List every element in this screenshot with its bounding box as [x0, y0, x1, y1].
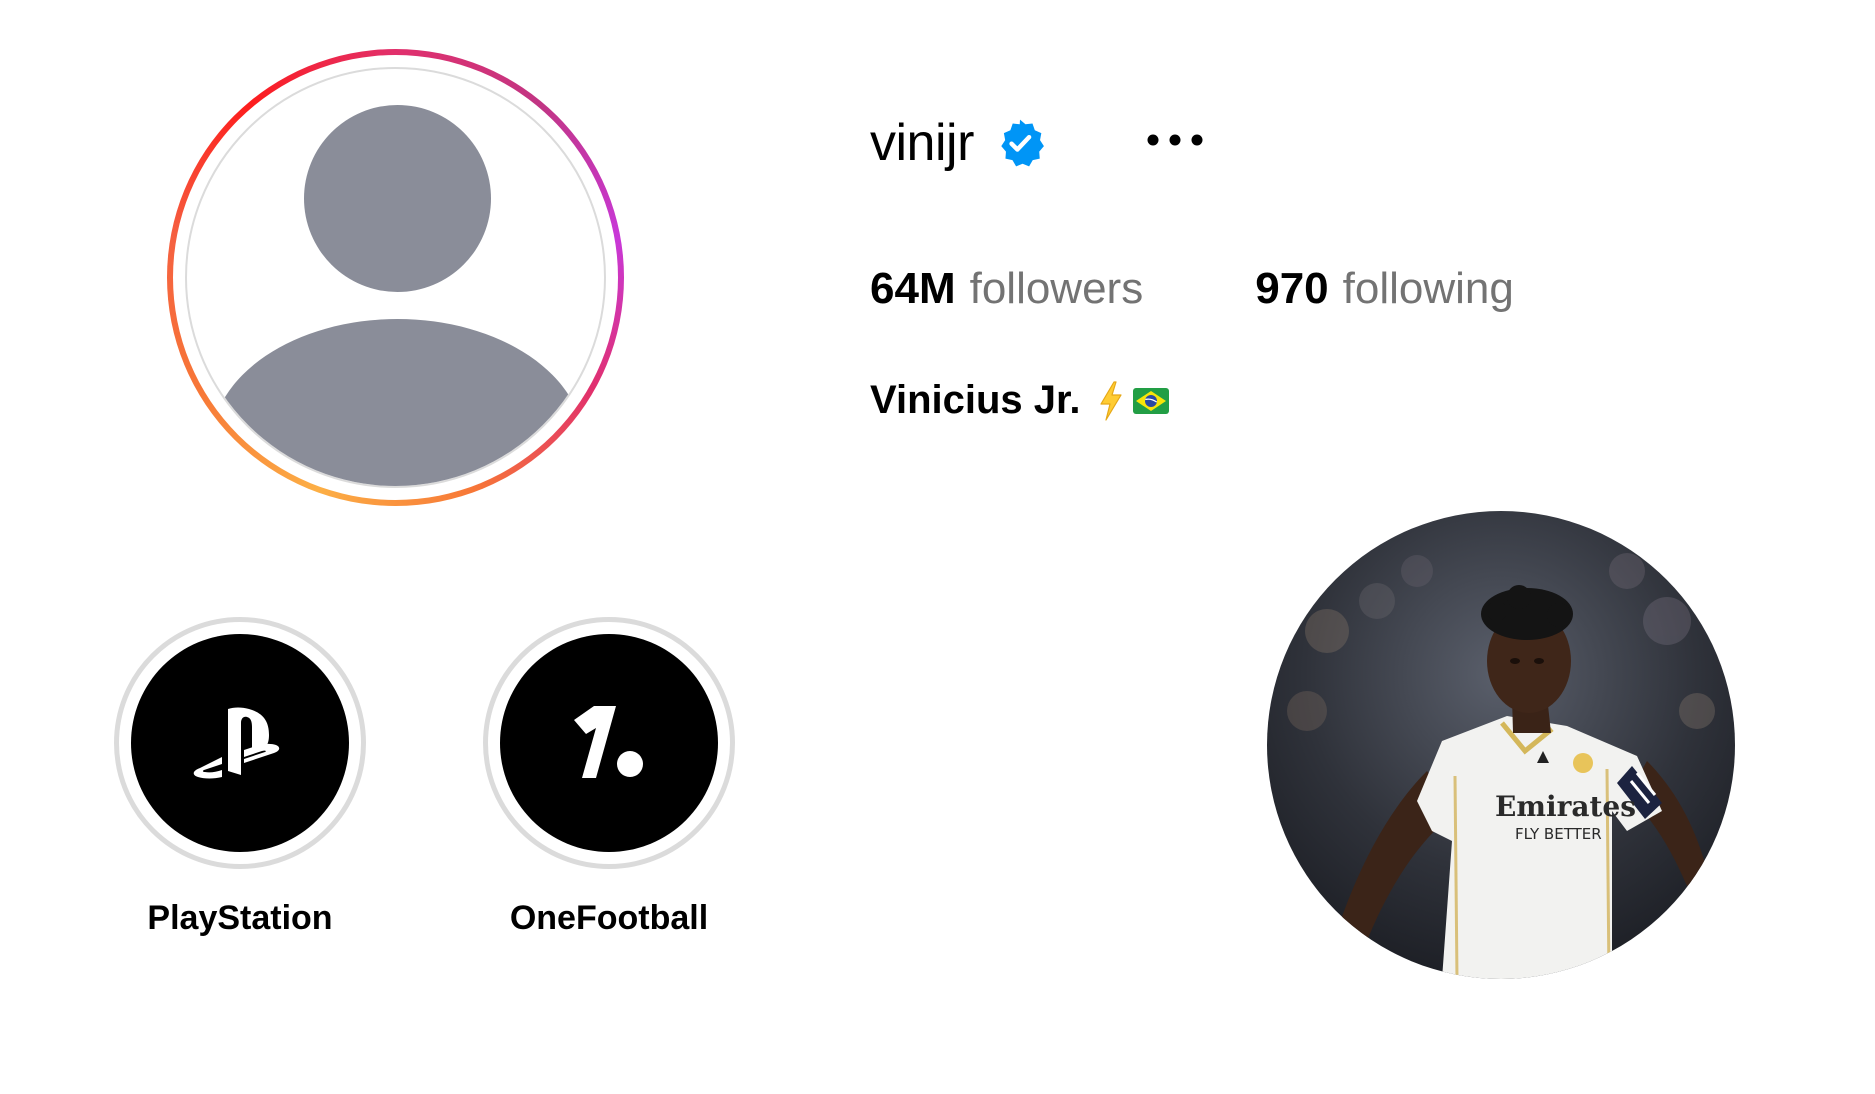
- player-photo: Emirates FLY BETTER: [1267, 511, 1735, 979]
- username-row: vinijr: [870, 108, 1046, 178]
- avatar-gap: [173, 55, 618, 500]
- highlight-onefootball[interactable]: OneFootball: [483, 617, 735, 938]
- full-name-row: Vinicius Jr.: [870, 378, 1169, 423]
- followers-label: followers: [969, 264, 1144, 313]
- story-ring-avatar[interactable]: [167, 49, 624, 506]
- playstation-logo-icon: [131, 634, 349, 852]
- more-dots-icon: [1147, 134, 1203, 146]
- onefootball-logo-icon: [500, 634, 718, 852]
- highlight-ring: [114, 617, 366, 869]
- username: vinijr: [870, 114, 974, 172]
- lightning-icon: [1099, 380, 1122, 421]
- following-count: 970: [1255, 264, 1329, 313]
- stats-row: 64M followers 970 following: [870, 264, 1514, 314]
- highlight-label: PlayStation: [147, 899, 333, 937]
- highlight-playstation[interactable]: PlayStation: [114, 617, 366, 938]
- highlight-ring: [483, 617, 735, 869]
- kit-sponsor-text: Emirates: [1495, 790, 1636, 823]
- brazil-flag-icon: [1132, 387, 1169, 414]
- verified-badge-icon: [994, 117, 1046, 169]
- default-avatar-icon-body: [211, 319, 584, 486]
- avatar: [185, 67, 606, 488]
- following-label: following: [1342, 264, 1514, 313]
- highlight-label: OneFootball: [509, 899, 709, 937]
- followers-count: 64M: [870, 264, 956, 313]
- default-avatar-icon-head: [304, 105, 491, 292]
- player-photo-illustration: Emirates FLY BETTER: [1267, 511, 1735, 979]
- followers-link[interactable]: 64M followers: [870, 264, 1143, 314]
- more-options-button[interactable]: [1140, 120, 1210, 160]
- kit-sponsor-subtext: FLY BETTER: [1515, 825, 1602, 843]
- full-name: Vinicius Jr.: [870, 378, 1081, 422]
- following-link[interactable]: 970 following: [1255, 264, 1514, 314]
